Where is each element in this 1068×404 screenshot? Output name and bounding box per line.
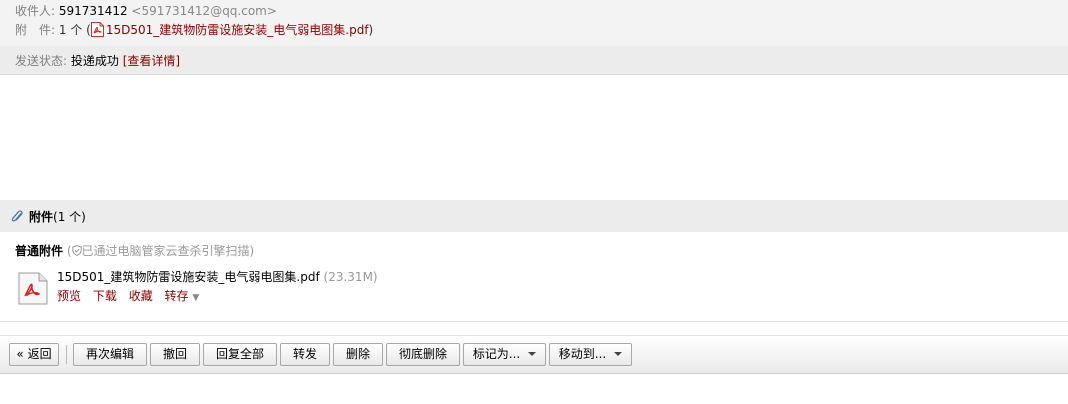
forward-button[interactable]: 转发 (280, 343, 330, 366)
attachment-row: 附 件: 1 个 (15D501_建筑物防雷设施安装_电气弱电图集.pdf) (15, 21, 373, 39)
normal-attachments-row: 普通附件 (已通过电脑管家云查杀引擎扫描) (15, 242, 254, 260)
attachment-close-paren: ) (368, 23, 374, 37)
attachment-file-name[interactable]: 15D501_建筑物防雷设施安装_电气弱电图集.pdf (57, 270, 320, 284)
normal-attachments-label: 普通附件 (15, 244, 64, 258)
chevron-down-icon (528, 352, 537, 356)
collect-link[interactable]: 收藏 (129, 289, 153, 303)
send-status-row: 发送状态: 投递成功 [查看详情] (15, 52, 180, 70)
move-to-label: 移动到... (558, 347, 607, 361)
scan-text: 已通过电脑管家云查杀引擎扫描 (81, 244, 250, 258)
scan-close-paren: ) (249, 244, 255, 258)
delete-forever-button[interactable]: 彻底删除 (386, 343, 460, 366)
save-to-link[interactable]: 转存 ▼ (165, 289, 200, 303)
attachments-section: 附件(1 个) 普通附件 (已通过电脑管家云查杀引擎扫描) 15D501_建筑物… (0, 200, 1068, 322)
shield-icon (71, 245, 82, 256)
pdf-file-icon[interactable] (18, 272, 48, 305)
attachments-header: 附件(1 个) (0, 200, 1068, 232)
preview-link[interactable]: 预览 (57, 289, 81, 303)
move-to-dropdown[interactable]: 移动到... (549, 343, 632, 366)
send-status-label: 发送状态: (15, 54, 68, 68)
attachment-label: 附 件: (15, 23, 56, 37)
attachment-file-size: (23.31M) (323, 270, 378, 284)
attachment-actions: 预览 下载 收藏 转存 ▼ (57, 287, 207, 307)
toolbar-separator (66, 345, 67, 364)
reply-all-button[interactable]: 回复全部 (203, 343, 277, 366)
back-button[interactable]: « 返回 (9, 343, 59, 366)
chevron-down-icon (614, 352, 623, 356)
recipient-email[interactable]: <591731412@qq.com> (131, 4, 277, 18)
recipient-label: 收件人: (15, 4, 56, 18)
attachment-file-row: 15D501_建筑物防雷设施安装_电气弱电图集.pdf (23.31M) (57, 268, 378, 286)
save-to-label: 转存 (164, 289, 189, 303)
mail-header: 收件人: 591731412 <591731412@qq.com> 附 件: 1… (0, 0, 1068, 46)
paperclip-icon (11, 210, 23, 222)
scan-note: (已通过电脑管家云查杀引擎扫描) (67, 244, 254, 258)
send-status-value: 投递成功 (70, 54, 119, 68)
recipient-name[interactable]: 591731412 (59, 4, 128, 18)
recipient-row: 收件人: 591731412 <591731412@qq.com> (15, 2, 277, 20)
pdf-file-icon (90, 22, 104, 37)
send-status-bar: 发送状态: 投递成功 [查看详情] (0, 46, 1068, 75)
recall-button[interactable]: 撤回 (150, 343, 200, 366)
download-link[interactable]: 下载 (93, 289, 117, 303)
attachments-title-text: 附件 (29, 210, 54, 224)
mark-as-dropdown[interactable]: 标记为... (463, 343, 546, 366)
chevron-down-icon: ▼ (192, 293, 200, 303)
edit-again-button[interactable]: 再次编辑 (73, 343, 147, 366)
attachment-file-link[interactable]: 15D501_建筑物防雷设施安装_电气弱电图集.pdf (106, 23, 369, 37)
attachment-count: 1 个 (58, 23, 83, 37)
view-details-link[interactable]: [查看详情] (123, 54, 180, 68)
mark-as-label: 标记为... (472, 347, 521, 361)
attachments-count: (1 个) (53, 210, 86, 224)
delete-button[interactable]: 删除 (333, 343, 383, 366)
attachments-title: 附件(1 个) (29, 208, 86, 226)
